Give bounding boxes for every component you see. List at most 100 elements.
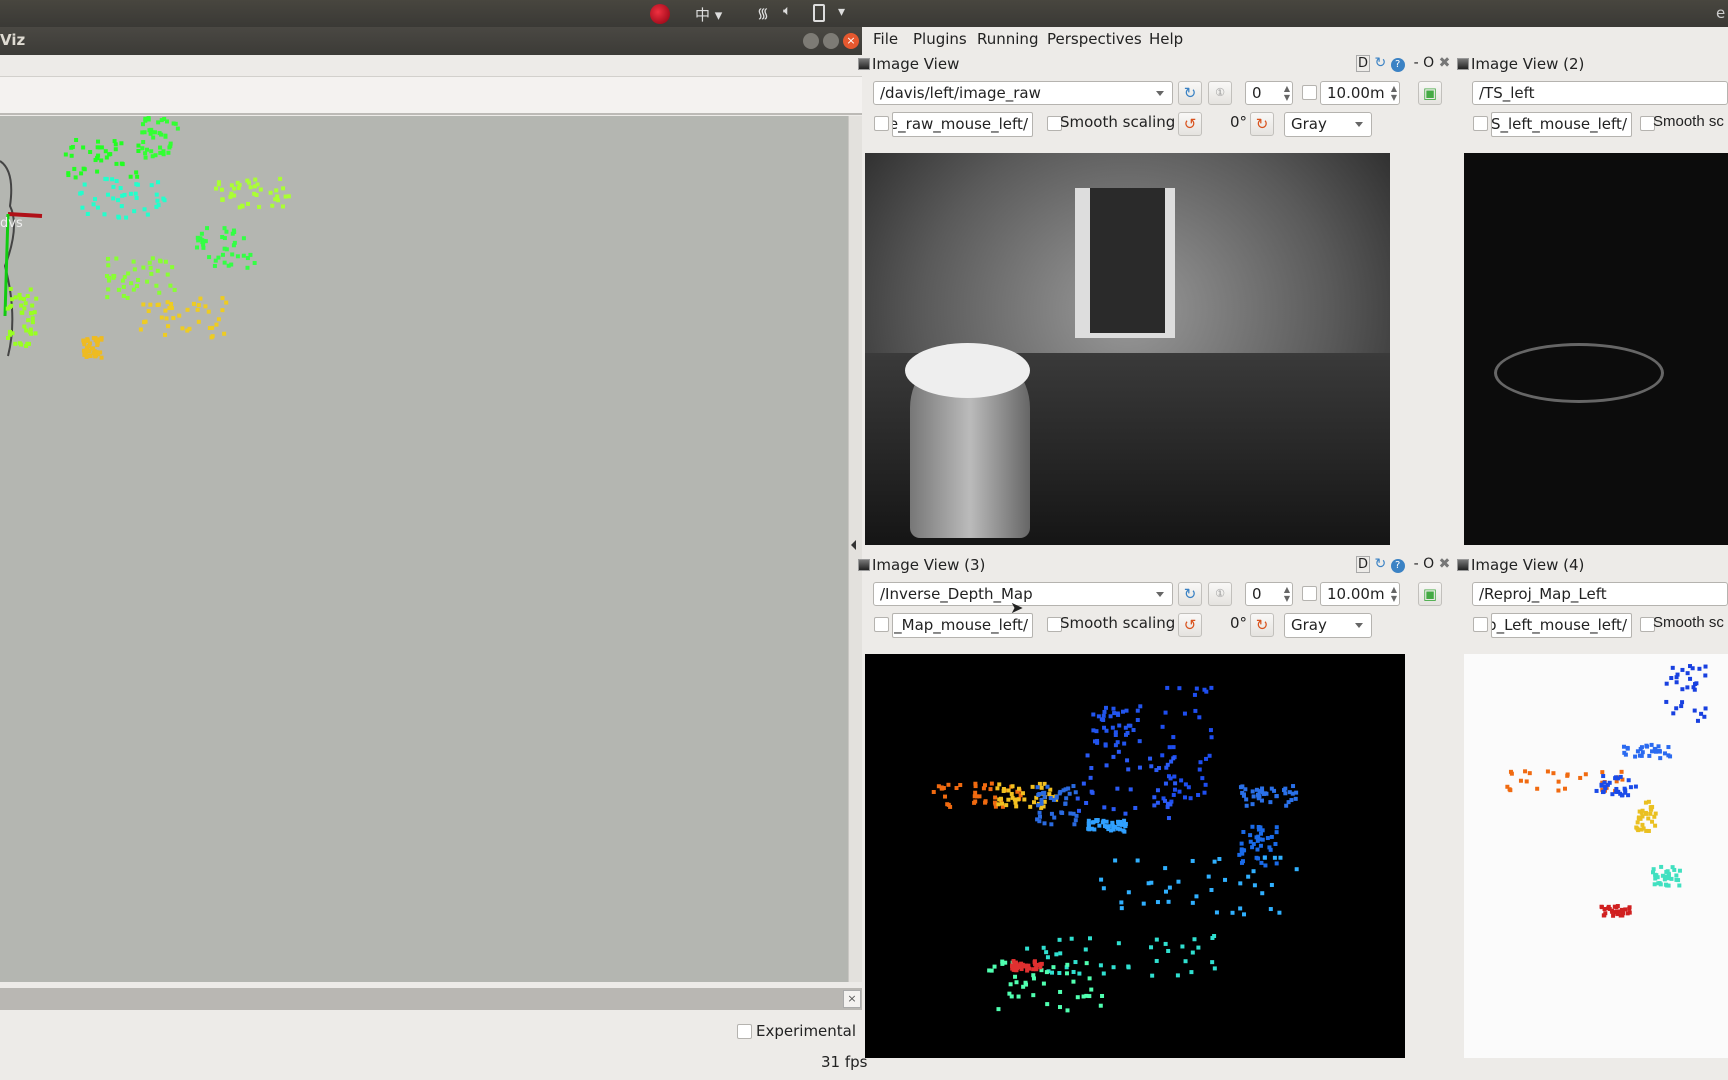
point — [220, 296, 225, 301]
point — [1110, 725, 1115, 730]
close-dock-button[interactable]: ✖ — [1439, 55, 1451, 71]
point — [1110, 820, 1115, 825]
point — [1003, 960, 1008, 965]
max-range-spinbox[interactable]: 10.00m ▲ ▼ — [1320, 81, 1400, 105]
maximize-window-button[interactable] — [823, 33, 839, 49]
wifi-icon[interactable]: ᯾ — [757, 4, 769, 23]
point — [1508, 769, 1513, 774]
point — [1126, 723, 1131, 728]
mouse-topic-field[interactable]: /TS_left_mouse_left — [1491, 112, 1632, 137]
refresh-topics-button[interactable]: ↻ — [1178, 81, 1202, 105]
point — [1268, 907, 1273, 912]
point — [125, 295, 130, 300]
point — [1148, 756, 1153, 761]
mouse-publish-checkbox[interactable] — [874, 617, 889, 632]
point — [1087, 976, 1092, 981]
help-icon[interactable]: ? — [1390, 58, 1405, 72]
input-method-indicator[interactable]: 中 ▾ — [695, 4, 722, 25]
point — [1006, 797, 1011, 802]
point — [105, 192, 110, 197]
experimental-checkbox[interactable] — [737, 1024, 752, 1039]
menu-file[interactable]: File — [873, 30, 898, 48]
topic-combo[interactable]: /davis/left/image_raw — [873, 81, 1173, 105]
spin-arrows-icon[interactable]: ▲ ▼ — [1391, 84, 1397, 102]
mouse-topic-field[interactable]: /davis/left/image_raw_mouse_left — [892, 112, 1033, 137]
minimize-dock-button[interactable]: - — [1414, 55, 1419, 71]
point — [1647, 753, 1652, 758]
point — [1115, 740, 1120, 745]
point — [1278, 855, 1283, 860]
mouse-topic-field[interactable]: /Reproj_Map_Left_mouse_left — [1491, 613, 1632, 638]
minimize-dock-button[interactable]: - — [1414, 556, 1419, 572]
point — [136, 143, 141, 148]
battery-icon[interactable] — [813, 4, 825, 22]
point — [255, 182, 260, 187]
num-gridlines-spinbox[interactable]: 0 ▲ ▼ — [1245, 81, 1293, 105]
rotate-left-button[interactable]: ↺ — [1178, 613, 1202, 637]
close-panel-button[interactable]: × — [843, 990, 861, 1008]
collapse-arrow-icon[interactable] — [851, 540, 856, 550]
menu-perspectives[interactable]: Perspectives — [1047, 30, 1142, 48]
point — [1680, 687, 1685, 692]
poster — [1090, 188, 1165, 333]
spin-arrows-icon[interactable]: ▲ ▼ — [1391, 585, 1397, 603]
mouse-publish-checkbox[interactable] — [1473, 116, 1488, 131]
menu-arrow-icon[interactable]: ▾ — [838, 4, 845, 20]
point — [224, 229, 229, 234]
mouse-publish-checkbox[interactable] — [874, 116, 889, 131]
point — [1021, 984, 1026, 989]
topic-combo[interactable]: /TS_left — [1472, 81, 1728, 105]
spin-arrows-icon[interactable]: ▲ ▼ — [1284, 84, 1290, 102]
point — [154, 204, 159, 209]
help-icon[interactable]: ? — [1390, 559, 1405, 573]
zoom-1-button[interactable]: ① — [1208, 81, 1232, 105]
spin-arrows-icon[interactable]: ▲ ▼ — [1284, 585, 1290, 603]
point — [198, 296, 203, 301]
point — [1098, 963, 1103, 968]
volume-icon[interactable]: 🔈︎ — [783, 3, 791, 19]
float-dock-button[interactable]: O — [1423, 556, 1434, 572]
menu-help[interactable]: Help — [1149, 30, 1183, 48]
image-view-1-canvas[interactable] — [865, 153, 1390, 545]
rotate-right-button[interactable]: ↻ — [1250, 112, 1274, 136]
point — [1243, 787, 1248, 792]
image-view-4-canvas[interactable] — [1464, 654, 1728, 1058]
rviz-3d-view[interactable]: dvs — [0, 116, 848, 982]
topic-combo[interactable]: /Reproj_Map_Left — [1472, 582, 1728, 606]
float-dock-button[interactable]: O — [1423, 55, 1434, 71]
image-view-3-canvas[interactable] — [865, 654, 1405, 1058]
max-range-checkbox[interactable] — [1302, 85, 1317, 100]
colormap-combo[interactable]: Gray — [1284, 613, 1372, 638]
max-range-spinbox[interactable]: 10.00m ▲ ▼ — [1320, 582, 1400, 606]
point — [1287, 790, 1292, 795]
reload-icon[interactable]: ↻ — [1374, 556, 1386, 572]
point — [1020, 962, 1025, 967]
close-window-button[interactable]: × — [843, 33, 859, 49]
rotate-left-button[interactable]: ↺ — [1178, 112, 1202, 136]
point — [1260, 891, 1265, 896]
dock-d-button[interactable]: D — [1356, 55, 1371, 72]
record-indicator-icon[interactable] — [650, 4, 670, 24]
menu-plugins[interactable]: Plugins — [913, 30, 967, 48]
close-dock-button[interactable]: ✖ — [1439, 556, 1451, 572]
point — [1284, 803, 1289, 808]
zoom-1-button[interactable]: ① — [1208, 582, 1232, 606]
save-image-button[interactable]: ▣ — [1418, 81, 1442, 105]
point — [248, 185, 253, 190]
save-image-button[interactable]: ▣ — [1418, 582, 1442, 606]
rotate-right-button[interactable]: ↻ — [1250, 613, 1274, 637]
max-range-checkbox[interactable] — [1302, 586, 1317, 601]
bottom-panel-header — [0, 988, 862, 1010]
point — [1163, 889, 1168, 894]
colormap-combo[interactable]: Gray — [1284, 112, 1372, 137]
refresh-topics-button[interactable]: ↻ — [1178, 582, 1202, 606]
num-gridlines-spinbox[interactable]: 0 ▲ ▼ — [1245, 582, 1293, 606]
dock-d-button[interactable]: D — [1356, 556, 1371, 573]
point — [142, 207, 147, 212]
point — [1623, 907, 1628, 912]
minimize-window-button[interactable] — [803, 33, 819, 49]
menu-running[interactable]: Running — [977, 30, 1038, 48]
reload-icon[interactable]: ↻ — [1374, 55, 1386, 71]
image-view-2-canvas[interactable] — [1464, 153, 1728, 545]
mouse-publish-checkbox[interactable] — [1473, 617, 1488, 632]
